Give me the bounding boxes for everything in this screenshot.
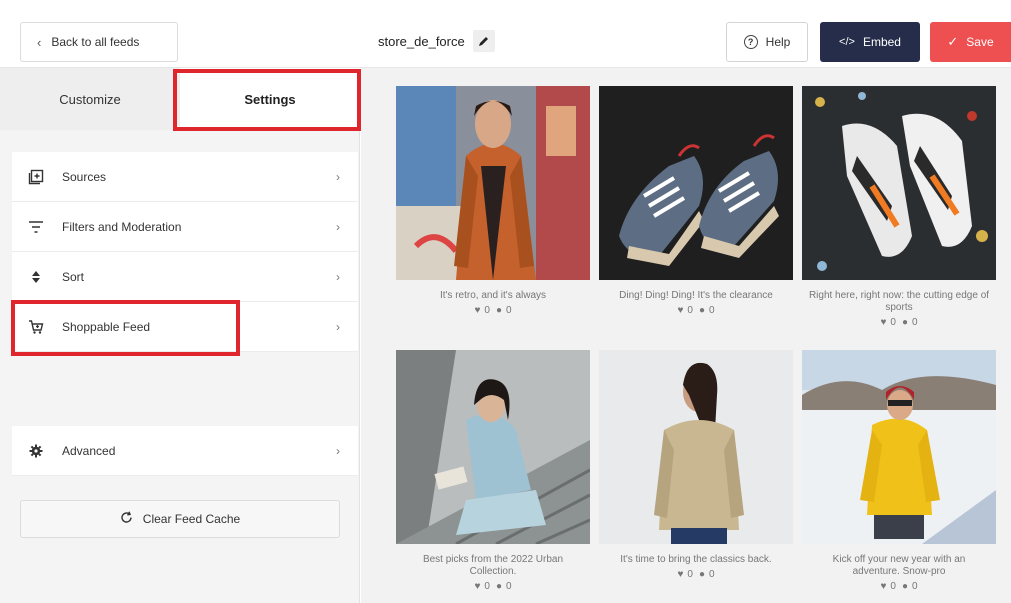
tab-settings[interactable]: Settings [180,68,360,130]
embed-button[interactable]: </> Embed [820,22,920,62]
post-caption: It's time to bring the classics back. [620,554,772,565]
heart-icon: ♥ [880,317,887,328]
sidebar-tabs: Customize Settings [0,68,360,130]
sidebar-item-label: Advanced [62,443,116,458]
post-stats: ♥ 0 ● 0 [599,305,793,316]
post-image [802,350,996,544]
feed-post[interactable]: It's time to bring the classics back. ♥ 0… [599,350,793,580]
clear-cache-label: Clear Feed Cache [142,512,241,526]
sidebar-item-label: Shoppable Feed [62,319,151,334]
feed-post[interactable]: Right here, right now: the cutting edge … [802,86,996,328]
heart-icon: ♥ [677,305,684,316]
post-stats: ♥ 0 ● 0 [802,581,996,592]
filter-icon [24,220,48,234]
top-bar: ‹ Back to all feeds store_de_force ? Hel… [0,0,1011,68]
heart-icon: ♥ [474,305,481,316]
sidebar-item-label: Filters and Moderation [62,219,182,234]
post-stats: ♥ 0 ● 0 [396,581,590,592]
feed-name-text: store_de_force [378,33,465,49]
comment-count: ● 0 [698,305,715,316]
post-caption: Right here, right now: the cutting edge … [808,290,990,313]
feed-post[interactable]: Kick off your new year with an adventure… [802,350,996,592]
comment-count: ● 0 [495,305,512,316]
cart-icon [24,319,48,335]
heart-icon: ♥ [880,581,887,592]
save-button[interactable]: ✓ Save [930,22,1011,62]
tab-customize[interactable]: Customize [0,68,180,130]
feed-preview-grid: It's retro, and it's always ♥ 0 ● 0 Ding! … [361,68,1011,603]
post-caption: It's retro, and it's always [439,290,547,301]
sidebar-item-shoppable-feed[interactable]: Shoppable Feed › [12,302,358,352]
chevron-right-icon: › [336,219,340,234]
code-icon: </> [839,36,855,48]
help-label: Help [765,35,791,49]
chevron-right-icon: › [336,443,340,458]
comment-icon: ● [698,305,705,316]
comment-icon: ● [901,317,908,328]
back-to-feeds-button[interactable]: ‹ Back to all feeds [20,22,178,62]
settings-sidebar: Customize Settings Sources › Filters and… [0,68,360,603]
post-caption: Best picks from the 2022 Urban Collectio… [422,554,564,577]
comment-icon: ● [901,581,908,592]
like-count: ♥ 0 [677,305,693,316]
post-image [599,86,793,280]
refresh-icon [120,511,133,527]
like-count: ♥ 0 [880,581,896,592]
sidebar-item-advanced[interactable]: Advanced › [12,426,358,476]
feed-post[interactable]: It's retro, and it's always ♥ 0 ● 0 [396,86,590,316]
sidebar-item-sources[interactable]: Sources › [12,152,358,202]
pencil-icon[interactable] [472,30,495,52]
help-icon: ? [743,35,758,49]
chevron-right-icon: › [336,269,340,284]
feed-post[interactable]: Ding! Ding! Ding! It's the clearance ♥ 0 … [599,86,793,316]
feed-name: store_de_force [378,30,495,52]
sidebar-item-sort[interactable]: Sort › [12,252,358,302]
sort-icon [24,270,48,284]
comment-count: ● 0 [901,581,918,592]
post-image [802,86,996,280]
check-icon: ✓ [947,34,959,49]
heart-icon: ♥ [474,581,481,592]
post-image [599,350,793,544]
like-count: ♥ 0 [880,317,896,328]
gear-icon [24,444,48,458]
like-count: ♥ 0 [474,581,490,592]
comment-count: ● 0 [698,569,715,580]
chevron-right-icon: › [336,319,340,334]
comment-icon: ● [698,569,705,580]
like-count: ♥ 0 [677,569,693,580]
post-stats: ♥ 0 ● 0 [802,317,996,328]
embed-label: Embed [862,35,901,49]
sidebar-item-label: Sort [62,269,85,284]
like-count: ♥ 0 [474,305,490,316]
comment-count: ● 0 [495,581,512,592]
chevron-left-icon: ‹ [37,34,42,50]
comment-icon: ● [495,581,502,592]
settings-menu: Sources › Filters and Moderation › Sort … [12,152,358,476]
save-label: Save [966,35,994,49]
post-image [396,86,590,280]
post-caption: Kick off your new year with an adventure… [832,554,966,577]
post-image [396,350,590,544]
sidebar-item-label: Sources [62,169,107,184]
plus-square-icon [24,169,48,185]
post-caption: Ding! Ding! Ding! It's the clearance [619,290,773,301]
chevron-right-icon: › [336,169,340,184]
comment-icon: ● [495,305,502,316]
feed-post[interactable]: Best picks from the 2022 Urban Collectio… [396,350,590,592]
clear-feed-cache-button[interactable]: Clear Feed Cache [20,500,340,538]
post-stats: ♥ 0 ● 0 [396,305,590,316]
heart-icon: ♥ [677,569,684,580]
post-stats: ♥ 0 ● 0 [599,569,793,580]
back-button-label: Back to all feeds [51,35,140,49]
help-button[interactable]: ? Help [726,22,808,62]
comment-count: ● 0 [901,317,918,328]
sidebar-item-filters[interactable]: Filters and Moderation › [12,202,358,252]
